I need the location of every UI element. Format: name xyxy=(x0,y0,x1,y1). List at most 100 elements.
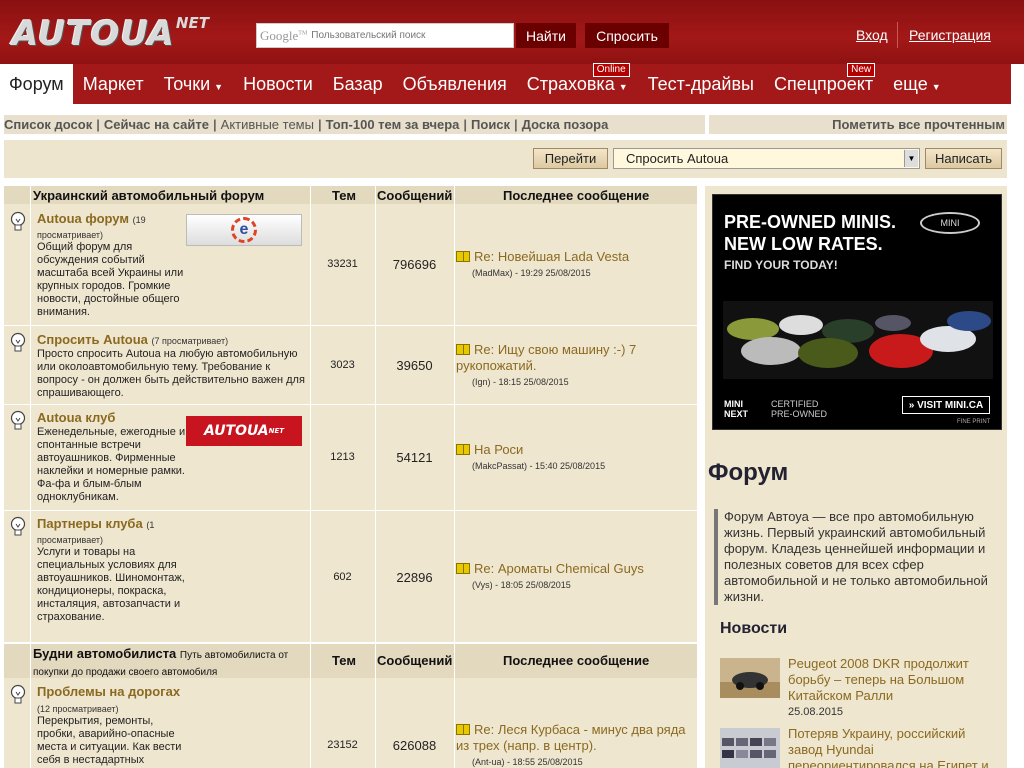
message-count: 22896 xyxy=(396,570,433,585)
forum-desc: Общий форум для обсуждения событий масшт… xyxy=(37,241,184,318)
subnav-shame[interactable]: Доска позора xyxy=(522,117,609,132)
forum-row[interactable]: Autoua клуб AUTOUA NET Еженедельные, ежег… xyxy=(4,405,697,511)
sidebar-description: Форум Автоуа — все про автомобильную жиз… xyxy=(714,509,1004,605)
nav-item-market[interactable]: Маркет xyxy=(73,64,154,104)
nav-item-insurance[interactable]: Страховка ▼ Online xyxy=(517,63,638,104)
logo-sup: NET xyxy=(175,14,209,32)
write-button[interactable]: Написать xyxy=(925,148,1002,169)
forum-logo: e xyxy=(186,214,302,246)
mini-ad-banner[interactable]: PRE-OWNED MINIS. NEW LOW RATES. FIND YOUR… xyxy=(712,194,1002,430)
message-count: 39650 xyxy=(396,358,433,373)
book-icon xyxy=(456,251,470,262)
ad-subheadline: FIND YOUR TODAY! xyxy=(724,258,838,272)
news-title[interactable]: Потеряв Украину, российский завод Hyunda… xyxy=(788,726,998,768)
col-topics: Тем xyxy=(332,188,356,203)
page: AUTOUA NET GoogleTM Пользовательский пои… xyxy=(0,0,1024,768)
last-post: Re: Ищу свою машину :-) 7 рукопожатий. (… xyxy=(456,342,696,387)
last-post-title[interactable]: Re: Ароматы Chemical Guys xyxy=(456,561,696,577)
topic-count: 33231 xyxy=(327,258,358,270)
subnav-top100[interactable]: Топ-100 тем за вчера xyxy=(326,117,460,132)
online-badge: Online xyxy=(592,63,630,77)
book-icon xyxy=(456,724,470,735)
caret-down-icon: ▼ xyxy=(214,81,224,92)
last-post-title[interactable]: Re: Новейшая Lada Vesta xyxy=(456,249,696,265)
nav-item-special[interactable]: Спецпроект New xyxy=(764,63,883,104)
forum-row[interactable]: Партнеры клуба (1 просматривает) Услуги … xyxy=(4,511,697,643)
topic-count: 1213 xyxy=(330,451,355,463)
last-post-title[interactable]: На Роси xyxy=(456,442,696,458)
lightbulb-icon xyxy=(10,516,26,536)
book-icon xyxy=(456,444,470,455)
subnav-boards[interactable]: Список досок xyxy=(4,117,92,132)
forum-title[interactable]: Проблемы на дорогах (12 просматривает) xyxy=(37,684,187,717)
ad-fine-print: FINE PRINT xyxy=(957,419,991,425)
subnav-search[interactable]: Поиск xyxy=(471,117,510,132)
news-thumbnail xyxy=(720,658,780,698)
jump-bar: Перейти Спросить Autoua ▼ Написать xyxy=(4,140,1007,178)
forum-desc: Перекрытия, ремонты, пробки, аварийно-оп… xyxy=(37,715,182,766)
section-header: Будни автомобилиста Путь автомобилиста о… xyxy=(4,644,697,678)
nav-item-test-drives[interactable]: Тест-драйвы xyxy=(638,64,764,104)
last-post-title[interactable]: Re: Леся Курбаса - минус два ряда из тре… xyxy=(456,722,696,754)
forum-subnav: Список досок | Сейчас на сайте | Активные … xyxy=(4,114,1007,135)
forum-row[interactable]: Autoua форум (19 просматривает) e Общий … xyxy=(4,204,697,326)
section-title-block: Будни автомобилиста Путь автомобилиста о… xyxy=(33,646,310,680)
nav-item-forum[interactable]: Форум xyxy=(0,64,73,104)
forum-title[interactable]: Спросить Autoua (7 просматривает) xyxy=(37,332,307,347)
board-select-value: Спросить Autoua xyxy=(626,151,729,166)
e-logo-icon: e xyxy=(231,217,257,243)
search-placeholder: Пользовательский поиск xyxy=(311,30,426,41)
nav-item-news[interactable]: Новости xyxy=(233,64,323,104)
forum-title[interactable]: Партнеры клуба (1 просматривает) xyxy=(37,516,187,546)
divider xyxy=(705,115,709,135)
find-button[interactable]: Найти xyxy=(516,23,576,48)
news-thumbnail xyxy=(720,728,780,768)
site-logo[interactable]: AUTOUA NET xyxy=(12,14,209,54)
sidebar-title: Форум xyxy=(708,459,789,486)
board-select[interactable]: Спросить Autoua ▼ xyxy=(613,148,920,169)
new-badge: New xyxy=(847,63,876,77)
last-post-title[interactable]: Re: Ищу свою машину :-) 7 рукопожатий. xyxy=(456,342,696,374)
nav-item-points[interactable]: Точки ▼ xyxy=(154,64,233,104)
forum-logo: AUTOUA NET xyxy=(186,416,302,446)
section-title: Украинский автомобильный форум xyxy=(33,188,265,203)
mark-all-read-link[interactable]: Пометить все прочтенным xyxy=(832,117,1005,132)
chevron-down-icon: ▼ xyxy=(904,150,918,167)
section-title: Будни автомобилиста xyxy=(33,646,177,661)
message-count: 796696 xyxy=(392,257,437,272)
forum-title[interactable]: Autoua клуб xyxy=(37,410,187,425)
subnav-active[interactable]: Активные темы xyxy=(221,117,314,132)
ask-button[interactable]: Спросить xyxy=(585,23,669,48)
ad-certified: CERTIFIED PRE-OWNED xyxy=(771,399,827,419)
lightbulb-icon xyxy=(10,684,26,704)
nav-item-more[interactable]: еще ▼ xyxy=(883,64,951,104)
lightbulb-icon xyxy=(10,332,26,352)
google-logo: GoogleTM xyxy=(260,27,308,43)
subnav-online[interactable]: Сейчас на сайте xyxy=(104,117,209,132)
visit-mini-button[interactable]: » VISIT MINI.CA xyxy=(902,396,990,414)
divider xyxy=(897,22,898,48)
news-title[interactable]: Peugeot 2008 DKR продолжит борьбу – тепе… xyxy=(788,656,998,704)
topic-count: 3023 xyxy=(330,359,355,371)
nav-item-ads[interactable]: Объявления xyxy=(393,64,517,104)
register-link[interactable]: Регистрация xyxy=(909,27,991,43)
topic-count: 23152 xyxy=(327,739,358,751)
nav-item-bazaar[interactable]: Базар xyxy=(323,64,393,104)
caret-down-icon: ▼ xyxy=(931,81,941,92)
ad-headline: PRE-OWNED MINIS. NEW LOW RATES. xyxy=(724,212,897,254)
forum-title[interactable]: Autoua форум (19 просматривает) xyxy=(37,211,187,241)
last-post-meta: (Ant-ua) - 18:55 25/08/2015 xyxy=(472,757,583,767)
go-button[interactable]: Перейти xyxy=(533,148,608,169)
forum-row[interactable]: Проблемы на дорогах (12 просматривает) П… xyxy=(4,678,697,768)
last-post-meta: (MadMax) - 19:29 25/08/2015 xyxy=(472,268,591,278)
main-nav: Форум Маркет Точки ▼ Новости Базар Объявл… xyxy=(0,63,1011,104)
col-messages: Сообщений xyxy=(377,188,453,203)
right-sidebar: PRE-OWNED MINIS. NEW LOW RATES. FIND YOUR… xyxy=(701,186,1007,768)
last-post: На Роси (MakcPassat) - 15:40 25/08/2015 xyxy=(456,442,696,471)
login-link[interactable]: Вход xyxy=(856,27,888,43)
forum-row[interactable]: Спросить Autoua (7 просматривает) Просто… xyxy=(4,326,697,405)
col-topics: Тем xyxy=(332,653,356,668)
search-input[interactable]: GoogleTM Пользовательский поиск xyxy=(256,23,514,48)
message-count: 54121 xyxy=(396,450,433,465)
ad-mini-next: MINI NEXT xyxy=(724,399,749,419)
